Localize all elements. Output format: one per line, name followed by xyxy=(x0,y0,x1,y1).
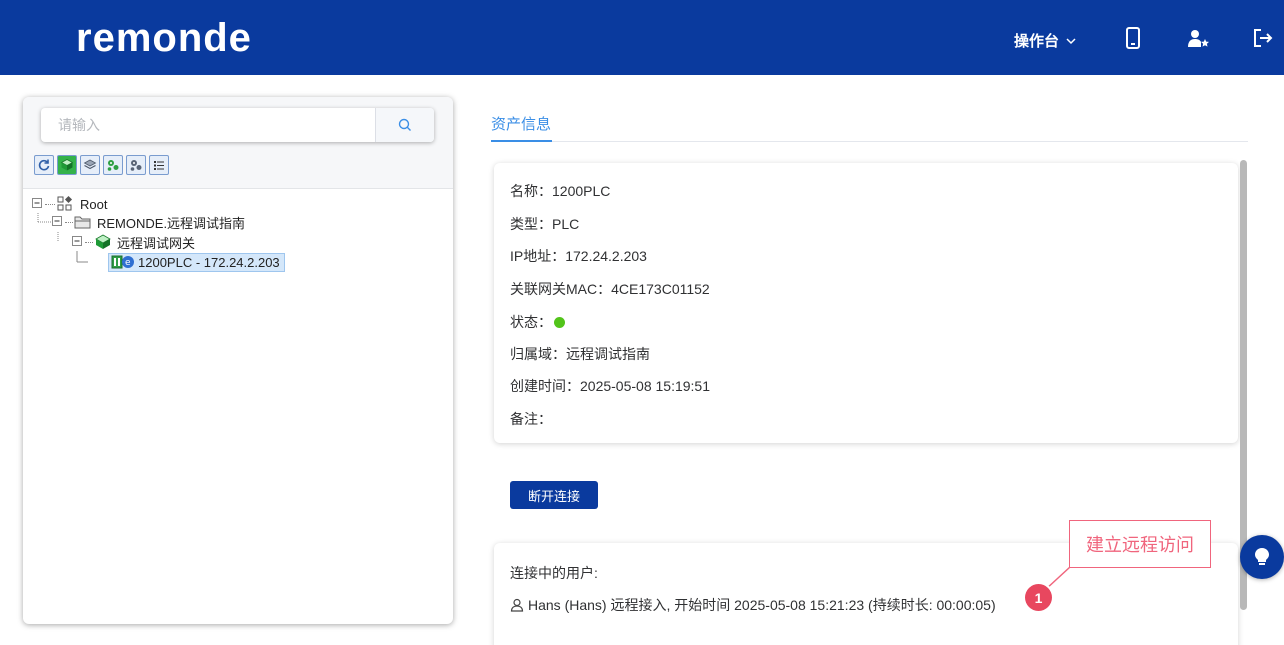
user-star-icon[interactable] xyxy=(1186,26,1210,50)
layers-button[interactable] xyxy=(80,155,100,175)
field-ip: IP地址：172.24.2.203 xyxy=(510,248,647,264)
logout-icon[interactable] xyxy=(1251,26,1275,50)
annotation-callout: 建立远程访问 xyxy=(1069,520,1211,568)
field-created: 创建时间：2025-05-08 15:19:51 xyxy=(510,378,710,394)
asset-tree-panel: Root REMONDE.远程调试指南 xyxy=(23,97,453,624)
svg-text:e: e xyxy=(125,258,131,268)
tab-divider xyxy=(491,141,1248,142)
tree-node-selected[interactable]: e 1200PLC - 172.24.2.203 xyxy=(108,252,285,272)
tree-toolbar xyxy=(34,155,169,175)
tree-node-domain[interactable]: REMONDE.远程调试指南 xyxy=(52,213,245,231)
list-icon xyxy=(154,161,164,170)
settings-nodes-icon xyxy=(130,160,142,171)
tab-active-indicator xyxy=(491,140,552,142)
connected-user-text: Hans (Hans) 远程接入, 开始时间 2025-05-08 15:21:… xyxy=(528,597,996,613)
tab-asset-info[interactable]: 资产信息 xyxy=(491,113,551,134)
field-status-label: 状态： xyxy=(510,314,552,330)
search-input[interactable] xyxy=(41,108,375,142)
tree-label-device: 1200PLC - 172.24.2.203 xyxy=(138,254,280,270)
tree-label-domain: REMONDE.远程调试指南 xyxy=(97,215,246,231)
root-grid-icon xyxy=(57,195,73,211)
connected-user-row: Hans (Hans) 远程接入, 开始时间 2025-05-08 15:21:… xyxy=(510,595,996,615)
annotation-badge: 1 xyxy=(1025,584,1052,611)
tree-label-root: Root xyxy=(80,196,108,212)
help-button[interactable] xyxy=(1240,535,1284,579)
field-name: 名称：1200PLC xyxy=(510,183,611,199)
layers-icon xyxy=(83,159,97,170)
console-menu[interactable]: 操作台 xyxy=(1014,30,1077,51)
field-type: 类型：PLC xyxy=(510,216,580,232)
console-menu-label: 操作台 xyxy=(1014,33,1060,50)
disconnect-button[interactable]: 断开连接 xyxy=(510,481,598,509)
add-device-button[interactable] xyxy=(103,155,123,175)
list-view-button[interactable] xyxy=(149,155,169,175)
search-box xyxy=(41,108,434,142)
svg-text:remonde: remonde xyxy=(76,20,252,56)
tree-toolbar-area xyxy=(23,97,453,189)
collapse-icon[interactable] xyxy=(72,236,84,248)
gateway-cube-icon xyxy=(95,234,111,249)
field-mac: 关联网关MAC：4CE173C01152 xyxy=(510,281,710,297)
remonde-logo[interactable]: remonde xyxy=(76,20,276,56)
add-gateway-icon xyxy=(60,159,74,171)
mobile-icon[interactable] xyxy=(1121,26,1145,50)
user-icon xyxy=(510,598,524,612)
collapse-icon[interactable] xyxy=(52,216,64,228)
app-header: remonde 操作台 xyxy=(0,0,1284,75)
field-status: 状态： xyxy=(510,312,565,332)
folder-icon xyxy=(74,216,91,229)
collapse-icon[interactable] xyxy=(32,198,44,210)
search-button[interactable] xyxy=(375,108,434,142)
search-icon xyxy=(398,118,411,131)
tree-label-gateway: 远程调试网关 xyxy=(117,235,196,251)
node-settings-button[interactable] xyxy=(126,155,146,175)
add-gateway-button[interactable] xyxy=(57,155,77,175)
status-online-dot xyxy=(554,316,565,328)
tree-node-device[interactable]: e 1200PLC - 172.24.2.203 xyxy=(108,252,285,272)
field-domain: 归属域：远程调试指南 xyxy=(510,346,650,362)
refresh-icon xyxy=(38,159,50,171)
asset-info-card: 名称：1200PLC 类型：PLC IP地址：172.24.2.203 关联网关… xyxy=(494,163,1238,443)
lightbulb-icon xyxy=(1255,548,1269,565)
add-device-icon xyxy=(107,160,119,171)
field-remark: 备注： xyxy=(510,411,552,427)
plc-device-icon: e xyxy=(111,255,134,269)
refresh-button[interactable] xyxy=(34,155,54,175)
chevron-down-icon xyxy=(1066,37,1076,44)
connections-title: 连接中的用户: xyxy=(510,565,598,581)
tree-node-gateway[interactable]: 远程调试网关 xyxy=(72,233,195,251)
tree-node-root[interactable]: Root xyxy=(32,195,107,213)
